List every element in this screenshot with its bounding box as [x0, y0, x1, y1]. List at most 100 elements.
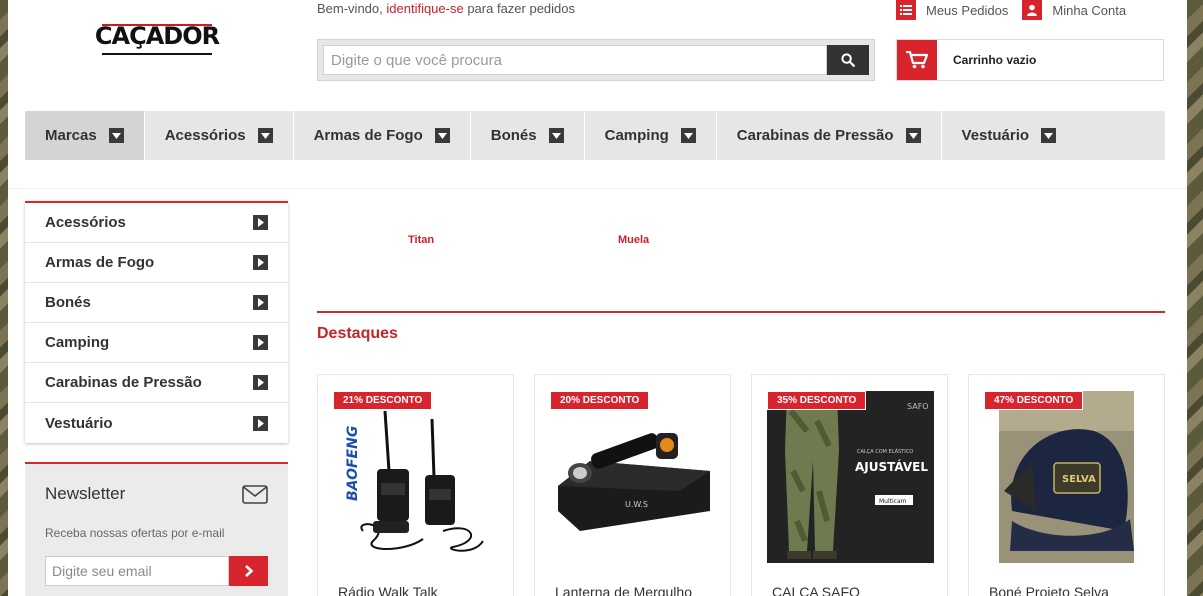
my-orders-link[interactable]: Meus Pedidos [896, 0, 1008, 20]
flashlight-box-text: U.W.S [625, 500, 648, 509]
sidebar-item-vestuario[interactable]: Vestuário [25, 403, 288, 443]
nav-item-bones[interactable]: Bonés [471, 111, 585, 160]
welcome-text: Bem-vindo, identifique-se para fazer ped… [317, 1, 575, 16]
discount-badge: 35% DESCONTO [767, 391, 867, 410]
nav-item-vestuario[interactable]: Vestuário [942, 111, 1077, 160]
product-name: Boné Projeto Selva [989, 584, 1109, 596]
camo-background-left [0, 0, 8, 596]
list-icon [896, 0, 916, 20]
nav-item-label: Marcas [45, 127, 97, 144]
nav-item-label: Acessórios [164, 127, 246, 144]
product-card[interactable]: 35% DESCONTO SAFO CALÇA COM ELÁSTICO AJU… [751, 374, 948, 596]
newsletter-email-input[interactable] [45, 556, 229, 586]
camo-background-right [1187, 0, 1203, 596]
sidebar-item-bones[interactable]: Bonés [25, 283, 288, 323]
sidebar-item-carabinas[interactable]: Carabinas de Pressão [25, 363, 288, 403]
my-account-label: Minha Conta [1052, 2, 1127, 18]
search-input[interactable] [323, 45, 827, 75]
welcome-prefix: Bem-vindo, [317, 1, 383, 16]
product-name: CALÇA SAFO [772, 584, 860, 596]
pants-caption-text: CALÇA COM ELÁSTICO [857, 448, 913, 455]
account-links: Meus Pedidos Minha Conta [896, 0, 1126, 20]
nav-item-label: Carabinas de Pressão [736, 127, 894, 144]
chevron-right-icon [253, 295, 268, 310]
chevron-right-icon [253, 375, 268, 390]
product-card[interactable]: 47% DESCONTO SELVA Boné Projeto Selva [968, 374, 1165, 596]
search-bar [317, 39, 875, 81]
main-nav: Marcas Acessórios Armas de Fogo Bonés Ca… [25, 111, 1165, 160]
cart-widget[interactable]: Carrinho vazio [896, 39, 1164, 81]
newsletter-title: Newsletter [45, 484, 126, 503]
sidebar-item-label: Vestuário [45, 414, 113, 432]
product-card[interactable]: 21% DESCONTO BAOFENG Rádio Walk Talk [317, 374, 514, 596]
nav-item-marcas[interactable]: Marcas [25, 111, 145, 160]
product-image-pants: SAFO CALÇA COM ELÁSTICO AJUSTÁVEL Multic… [767, 391, 934, 563]
newsletter-header: Newsletter [45, 484, 268, 504]
shopping-cart-icon [897, 40, 937, 80]
chevron-down-icon [1041, 128, 1057, 143]
product-image-cap: SELVA [999, 391, 1134, 563]
radio-brand-text: BAOFENG [345, 426, 361, 501]
pants-tag-text: Multicam [879, 498, 907, 505]
logo-bottom-line [102, 53, 212, 55]
chevron-right-icon [253, 215, 268, 230]
product-name: Rádio Walk Talk [338, 584, 438, 596]
my-orders-label: Meus Pedidos [926, 2, 1009, 18]
newsletter-description: Receba nossas ofertas por e-mail [45, 526, 225, 540]
product-image-flashlight: U.W.S [550, 391, 717, 563]
chevron-down-icon [108, 128, 124, 143]
chevron-right-icon [253, 335, 268, 350]
nav-item-label: Bonés [490, 127, 537, 144]
welcome-suffix: para fazer pedidos [467, 1, 576, 16]
newsletter-box: Newsletter Receba nossas ofertas por e-m… [25, 462, 288, 596]
my-account-link[interactable]: Minha Conta [1022, 0, 1126, 20]
logo[interactable]: CAÇADOR [95, 14, 220, 58]
newsletter-submit-button[interactable] [229, 556, 268, 586]
chevron-down-icon [434, 128, 450, 143]
newsletter-form [45, 556, 268, 586]
nav-item-acessorios[interactable]: Acessórios [145, 111, 294, 160]
chevron-down-icon [257, 128, 273, 143]
sidebar-item-label: Armas de Fogo [45, 254, 155, 271]
sidebar-item-label: Camping [45, 334, 110, 351]
sidebar-item-armas-de-fogo[interactable]: Armas de Fogo [25, 243, 288, 283]
nav-item-label: Camping [604, 127, 669, 144]
section-divider [317, 311, 1165, 313]
sidebar-item-label: Acessórios [45, 214, 126, 231]
user-icon [1022, 0, 1043, 20]
search-button[interactable] [827, 45, 869, 75]
sidebar-item-acessorios[interactable]: Acessórios [25, 203, 288, 243]
chevron-down-icon [680, 128, 696, 143]
discount-badge: 20% DESCONTO [550, 391, 650, 410]
chevron-down-icon [548, 128, 564, 143]
pants-brand-text: SAFO [907, 402, 929, 411]
category-sidebar: Acessórios Armas de Fogo Bonés Camping C… [25, 201, 288, 443]
cart-label: Carrinho vazio [953, 53, 1037, 67]
product-card[interactable]: 20% DESCONTO U.W.S Lanterna de Mergulho [534, 374, 731, 596]
cap-patch-text: SELVA [1062, 474, 1096, 485]
login-link[interactable]: identifique-se [386, 1, 463, 16]
page: CAÇADOR Bem-vindo, identifique-se para f… [8, 0, 1187, 596]
product-image-radio: BAOFENG [333, 391, 500, 563]
divider [8, 188, 1187, 189]
product-name: Lanterna de Mergulho [555, 584, 692, 596]
nav-item-carabinas[interactable]: Carabinas de Pressão [717, 111, 942, 160]
chevron-right-icon [253, 415, 268, 431]
nav-item-label: Armas de Fogo [313, 127, 423, 144]
discount-badge: 21% DESCONTO [333, 391, 433, 410]
featured-title: Destaques [317, 325, 398, 342]
nav-item-label: Vestuário [961, 127, 1030, 144]
chevron-right-icon [244, 565, 253, 577]
envelope-icon [242, 484, 268, 504]
search-icon [841, 53, 855, 67]
nav-item-camping[interactable]: Camping [585, 111, 717, 160]
sidebar-item-label: Bonés [45, 294, 91, 311]
brand-link-muela[interactable]: Muela [618, 234, 649, 246]
chevron-down-icon [905, 128, 921, 143]
sidebar-item-camping[interactable]: Camping [25, 323, 288, 363]
pants-title-text: AJUSTÁVEL [855, 459, 928, 474]
nav-item-armas-de-fogo[interactable]: Armas de Fogo [294, 111, 471, 160]
chevron-right-icon [253, 255, 268, 270]
discount-badge: 47% DESCONTO [984, 391, 1084, 410]
brand-link-titan[interactable]: Titan [408, 234, 434, 246]
